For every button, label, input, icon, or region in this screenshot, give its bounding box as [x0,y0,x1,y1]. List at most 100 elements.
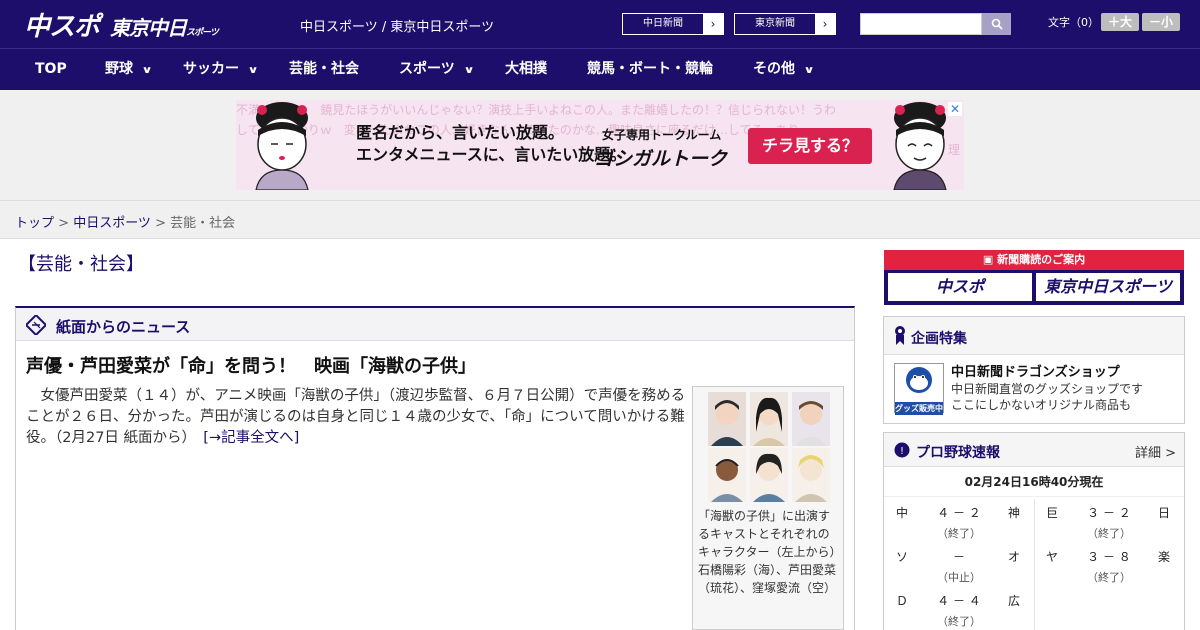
feature-section-title: 企画特集 [911,331,967,347]
nav-label: 野球 [105,61,133,77]
baseball-timestamp: 02月24日16時40分現在 [884,467,1184,497]
ad-headline-line: 匿名だから、言いたい放題。 [356,123,565,142]
nav-soccer[interactable]: サッカー ∨ [183,49,259,91]
baseball-scores: ! プロ野球速報 詳細 > 02月24日16時40分現在 中 ４ － ２ 神 （… [883,432,1185,630]
baseball-scores-header: ! プロ野球速報 詳細 > [884,433,1184,467]
breadcrumb-home[interactable]: トップ [15,216,54,231]
article-photo[interactable]: 「海獣の子供」に出演するキャストとそれぞれのキャラクター（左上から）石橋陽彩（海… [692,386,844,630]
photo-caption: 「海獣の子供」に出演するキャストとそれぞれのキャラクター（左上から）石橋陽彩（海… [698,509,837,595]
nav-sumo[interactable]: 大相撲 [505,49,547,91]
article-title[interactable]: 声優・芦田愛菜が「命」を問う！ 映画「海獣の子供」 [26,352,476,378]
ad-brand-logo: ゴシガルトーク [594,148,728,170]
ad-bg-line: 不満ばかりｗ 鏡見たほうがいいんじゃない？演技上手いよねこの人。また離婚したの！… [236,103,837,117]
game-status: （終了） [937,527,981,540]
subscription-banner: ▣ 新聞購読のご案内 中スポ 東京中日スポーツ [884,250,1184,305]
nav-entertainment[interactable]: 芸能・社会 [289,49,359,91]
games-column-left: 中 ４ － ２ 神 （終了） ソ － オ （中止） Ｄ ４ － ４ 広 （終了） [884,499,1034,630]
main-nav: TOP 野球 ∨ サッカー ∨ 芸能・社会 スポーツ ∨ 大相撲 競馬・ボート・競輪 … [0,48,1200,90]
feature-desc-line: 中日新聞直営のグッズショップです [951,382,1144,396]
baseball-detail-link[interactable]: 詳細 > [1135,442,1176,461]
tokyo-chunichi-logo-text: 東京中日 [110,16,187,40]
news-section-title: 紙面からのニュース [56,318,191,336]
subscription-title: 新聞購読のご案内 [997,253,1086,266]
search-button[interactable] [982,13,1011,35]
site-header: 中スポ 東京中日スポーツ 中日スポーツ / 東京中日スポーツ 中日新聞 › 東京… [0,0,1200,48]
game-row[interactable]: ソ － オ （中止） [884,543,1034,587]
game-row[interactable]: ヤ ３ － ８ 楽 （終了） [1034,543,1184,587]
cast-photo-grid [708,392,830,502]
breadcrumb-separator: > [150,216,171,231]
feature-section-header: 企画特集 [884,317,1184,355]
game-status: （終了） [937,615,981,628]
away-team: 楽 [1157,550,1170,564]
article-text: 女優芦田愛菜（１４）が、アニメ映画「海獣の子供」（渡辺歩監督、６月７日公開）で声… [26,388,686,446]
nav-baseball[interactable]: 野球 ∨ [105,49,153,91]
games-column-right: 巨 ３ － ２ 日 （終了） ヤ ３ － ８ 楽 （終了） [1034,499,1184,587]
game-status: （中止） [937,571,981,584]
search-input[interactable] [860,13,982,35]
nav-label: TOP [35,61,67,77]
ad-subtitle: 女子専用トークルーム [602,128,722,142]
dragons-shop-thumbnail[interactable]: グッズ販売中 [894,363,944,415]
chevron-down-icon: ∨ [463,65,475,76]
news-section-header: 紙面からのニュース [16,308,854,341]
chevron-down-icon: ∨ [247,65,259,76]
game-row[interactable]: 巨 ３ － ２ 日 （終了） [1034,499,1184,543]
nav-label: 大相撲 [505,61,547,77]
ad-headline-line: エンタメニュースに、言いたい放題。 [356,145,627,164]
dragons-shop-badge: グッズ販売中 [895,402,943,415]
nav-label: スポーツ [399,61,455,77]
game-row[interactable]: 中 ４ － ２ 神 （終了） [884,499,1034,543]
chuspo-logo[interactable]: 中スポ [24,6,100,43]
breadcrumb-bar: トップ > 中日スポーツ > 芸能・社会 [0,200,1200,239]
game-status: （終了） [1087,527,1131,540]
font-smaller-button[interactable]: －小 [1142,13,1180,31]
subscribe-tokyo-chunichi-button[interactable]: 東京中日スポーツ [1036,273,1180,301]
feature-item-title[interactable]: 中日新聞ドラゴンズショップ [951,361,1120,380]
site-title[interactable]: 中日スポーツ / 東京中日スポーツ [300,16,494,35]
game-row[interactable]: Ｄ ４ － ４ 広 （終了） [884,587,1034,630]
news-section: 紙面からのニュース 声優・芦田愛菜が「命」を問う！ 映画「海獣の子供」 女優芦田… [15,306,855,630]
read-more-link[interactable]: [→記事全文へ] [203,430,299,446]
banner-ad[interactable]: 不満ばかりｗ 鏡見たほうがいいんじゃない？演技上手いよねこの人。また離婚したの！… [236,100,964,190]
tokyo-shimbun-label: 東京新聞 [755,18,795,29]
nav-keiba[interactable]: 競馬・ボート・競輪 [587,49,713,91]
tokyo-chunichi-logo-small: スポーツ [186,28,219,38]
font-bigger-button[interactable]: ＋大 [1101,13,1139,31]
page-title: 【芸能・社会】 [18,254,144,275]
chevron-down-icon: ∨ [141,65,153,76]
ad-cta-button[interactable]: チラ見する？ [748,128,872,164]
svg-text:!: ! [900,446,904,457]
ad-headline: 匿名だから、言いたい放題。 エンタメニュースに、言いたい放題。 [356,122,626,166]
tokyo-shimbun-button[interactable]: 東京新聞 › [734,13,836,35]
chunichi-shimbun-label: 中日新聞 [643,18,683,29]
subscription-header: ▣ 新聞購読のご案内 [884,250,1184,270]
nav-top[interactable]: TOP [35,49,67,91]
article-body: 女優芦田愛菜（１４）が、アニメ映画「海獣の子供」（渡辺歩監督、６月７日公開）で声… [26,386,686,449]
feature-desc-line: ここにしかないオリジナル商品も [951,398,1132,412]
breadcrumb-section[interactable]: 中日スポーツ [73,216,151,231]
away-team: 神 [1007,506,1020,520]
subscribe-chuspo-button[interactable]: 中スポ [888,273,1032,301]
close-icon[interactable]: ✕ [948,102,962,116]
feature-section: 企画特集 グッズ販売中 中日新聞ドラゴンズショップ 中日新聞直営のグッズショップ… [883,316,1185,424]
breadcrumb: トップ > 中日スポーツ > 芸能・社会 [15,212,235,231]
nav-label: その他 [753,61,795,77]
breadcrumb-current: 芸能・社会 [170,216,236,231]
chunichi-shimbun-button[interactable]: 中日新聞 › [622,13,724,35]
nav-label: サッカー [183,61,239,77]
dragons-mascot-icon [906,367,932,393]
nav-sports[interactable]: スポーツ ∨ [399,49,475,91]
baseball-scores-title: プロ野球速報 [916,445,1000,461]
nav-label: 芸能・社会 [289,61,359,77]
chevron-right-icon: › [703,14,723,34]
chevron-right-icon: › [815,14,835,34]
tokyo-chunichi-logo[interactable]: 東京中日スポーツ [110,12,219,41]
ribbon-icon [895,326,905,345]
breadcrumb-separator: > [54,216,74,231]
away-team: 広 [1007,594,1020,608]
ticket-icon: ▣ [982,253,998,266]
away-team: オ [1007,550,1020,564]
nav-other[interactable]: その他 ∨ [753,49,815,91]
baseball-icon: ! [894,442,910,458]
